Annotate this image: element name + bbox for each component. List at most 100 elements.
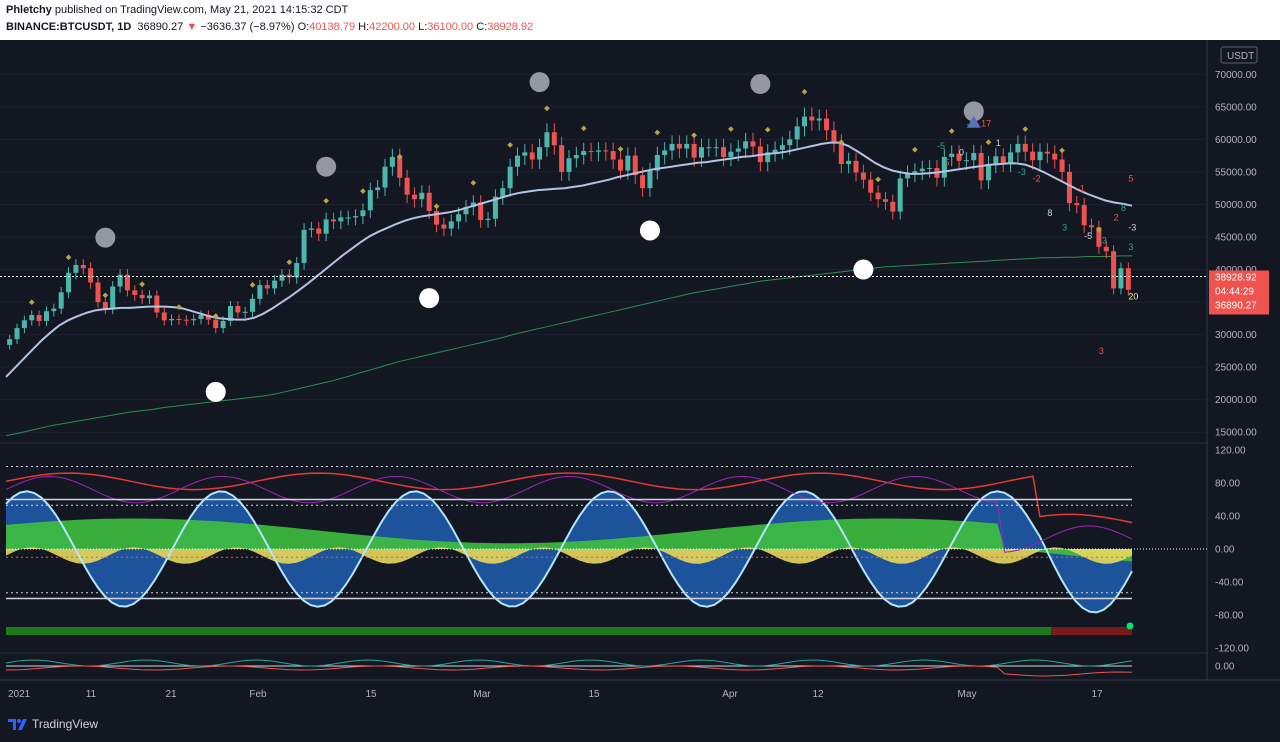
footer-brand[interactable]: TradingView <box>32 717 98 731</box>
candle-body <box>1103 246 1109 252</box>
candle-body <box>360 210 366 217</box>
marker-diamond <box>691 132 697 139</box>
candle-body <box>721 147 727 157</box>
candle-body <box>191 318 197 321</box>
candle-body <box>713 147 719 149</box>
candle-body <box>603 150 609 152</box>
grey-signal-dot <box>750 74 771 95</box>
count-label: -3 <box>1128 222 1136 232</box>
candle-body <box>353 216 359 218</box>
candle-body <box>625 155 631 171</box>
candle-body <box>537 147 543 160</box>
candle-body <box>949 153 955 157</box>
candle-body <box>316 228 322 234</box>
count-label: -3 <box>1018 167 1026 177</box>
candle-body <box>154 295 160 313</box>
count-label: 5 <box>944 157 949 167</box>
open-value: 40138.79 <box>309 21 356 33</box>
candle-body <box>139 294 145 299</box>
candle-body <box>235 305 241 313</box>
candle-body <box>456 214 462 222</box>
y-tick-label: 55000.00 <box>1215 167 1257 178</box>
marker-diamond <box>470 180 477 186</box>
x-tick-label: 15 <box>588 689 600 700</box>
white-signal-dot <box>205 381 226 402</box>
count-label: 2 <box>1114 213 1119 223</box>
candle-body <box>794 126 800 140</box>
candle-body <box>684 143 690 149</box>
candle-body <box>448 221 454 229</box>
candle-body <box>257 285 263 299</box>
close-price-tag: 38928.92 <box>1215 272 1257 283</box>
marker-diamond <box>1059 147 1065 154</box>
price-axis[interactable]: 70000.00 65000.00 60000.00 55000.00 50000.00… <box>1209 46 1269 673</box>
candle-body <box>169 318 175 321</box>
candle-body <box>669 143 675 151</box>
candle-body <box>102 302 108 309</box>
candle-body <box>846 160 852 165</box>
osc-tick-label: -120.00 <box>1215 644 1249 655</box>
marker-diamond <box>617 146 624 152</box>
white-signal-dot <box>639 220 660 241</box>
count-label: -2 <box>1033 174 1041 184</box>
candle-body <box>1125 268 1131 290</box>
white-signal-dot <box>419 288 440 309</box>
marker-diamond <box>875 176 881 183</box>
candle-body <box>367 190 373 211</box>
candle-body <box>971 153 977 161</box>
marker-diamond <box>985 139 992 145</box>
candle-body <box>1118 268 1124 289</box>
symbol-label: BINANCE:BTCUSDT, 1D <box>6 21 132 33</box>
chart-canvas[interactable]: -550-3 171-3-283-1-5 -32-3352083 70000.006… <box>0 40 1280 708</box>
candle-body <box>1015 143 1021 153</box>
candle-body <box>419 192 425 200</box>
close-value: 38928.92 <box>487 21 534 33</box>
time-axis[interactable]: 2021 11 21 Feb 15 Mar 15 Apr 12 May 17 <box>8 689 1103 700</box>
candle-body <box>183 319 189 321</box>
osc-tick-label: -40.00 <box>1215 578 1244 589</box>
candle-body <box>66 272 72 293</box>
candle-body <box>397 156 403 178</box>
marker-diamond <box>728 126 734 132</box>
author-name[interactable]: Phletchy <box>6 4 52 16</box>
candle-body <box>919 168 925 172</box>
candle-body <box>610 151 616 160</box>
candle-body <box>345 217 351 219</box>
osc2-line <box>5 665 1133 677</box>
marker-diamond <box>139 281 145 288</box>
candle-body <box>51 308 57 312</box>
signal-dot <box>1126 622 1134 630</box>
candle-body <box>441 224 447 229</box>
x-tick-label: 11 <box>86 689 97 700</box>
oscillator-pane[interactable] <box>5 466 1207 636</box>
candle-body <box>698 147 704 158</box>
low-value: 36100.00 <box>427 21 474 33</box>
candle-body <box>522 152 528 156</box>
candle-body <box>853 160 859 173</box>
candle-body <box>860 172 866 180</box>
lower-oscillator-pane[interactable] <box>5 659 1133 677</box>
candle-body <box>1074 203 1080 206</box>
candle-body <box>809 116 815 121</box>
candle-body <box>824 118 830 131</box>
currency-label: USDT <box>1227 51 1254 62</box>
candle-body <box>7 339 13 345</box>
y-tick-label: 45000.00 <box>1215 232 1257 243</box>
candle-body <box>124 274 130 291</box>
candle-body <box>338 217 344 222</box>
high-value: 42200.00 <box>369 21 416 33</box>
candle-body <box>330 219 336 222</box>
candle-body <box>264 285 270 289</box>
count-label: 8 <box>1047 208 1052 218</box>
candle-body <box>294 263 300 278</box>
candle-body <box>588 151 594 153</box>
candle-body <box>743 141 749 149</box>
candle-body <box>551 132 557 146</box>
candle-body <box>213 319 219 329</box>
marker-diamond <box>286 259 293 266</box>
candle-body <box>80 264 86 269</box>
last-price-tag: 36890.27 <box>1215 300 1257 311</box>
price-pane[interactable]: -550-3 171-3-283-1-5 -32-3352083 <box>0 72 1207 436</box>
low-label: L: <box>418 21 428 33</box>
marker-diamond <box>65 254 72 261</box>
